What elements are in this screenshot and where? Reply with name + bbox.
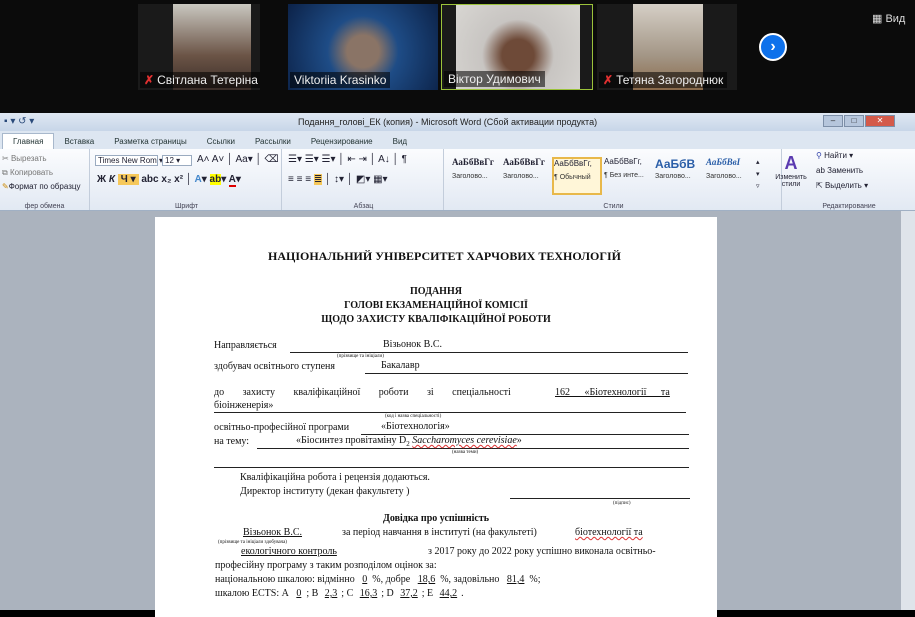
tab-view[interactable]: Вид <box>383 134 417 149</box>
ects-scale-line: шкалою ECTS: А 0; B 2,3; C 16,3; D 37,2;… <box>215 588 464 599</box>
faculty-value: екологічного контроль <box>241 546 337 557</box>
text: професійну програму з таким розподілом о… <box>215 560 437 571</box>
label: здобувач освітнього ступеня <box>214 361 335 372</box>
style-heading-italic[interactable]: АаБбВвІ Заголово... <box>706 157 756 195</box>
scissors-icon: ✂ <box>2 154 11 163</box>
ribbon: ✂ Вырезать ⧉ Копировать ✎Формат по образ… <box>0 149 915 211</box>
specialty-value: біоінженерія» <box>214 400 274 411</box>
styles-icon: A <box>784 153 798 173</box>
font-group: Times New Rom ▾ 12 ▾ A˄ A˅ │ Aa▾ │ ⌫ Ж К… <box>92 149 282 210</box>
change-styles-button[interactable]: A Изменить стили <box>766 153 816 188</box>
heading: ПОДАННЯ <box>410 286 462 297</box>
vertical-scrollbar[interactable] <box>901 211 915 610</box>
degree-value: Бакалавр <box>381 360 420 371</box>
cut-button[interactable]: ✂ Вырезать <box>2 154 47 163</box>
student-name: Візьонок В.С. <box>243 527 303 538</box>
view-button[interactable]: ▦ Вид <box>872 12 905 25</box>
editing-group: ⚲ Найти ▾ ab Заменить ⇱ Выделить ▾ Редак… <box>816 151 876 210</box>
participant-tile-active[interactable]: Віктор Удимович <box>441 4 593 90</box>
find-button[interactable]: ⚲ Найти ▾ <box>816 151 853 160</box>
grid-icon: ▦ <box>872 13 886 25</box>
maximize-button[interactable]: □ <box>844 115 864 127</box>
reference-title: Довідка про успішність <box>382 513 490 524</box>
muted-mic-icon: ✗ <box>144 73 155 87</box>
binoculars-icon: ⚲ <box>816 151 825 160</box>
participant-tile[interactable]: Viktoriia Krasinko <box>288 4 438 90</box>
label: на тему: <box>214 436 250 447</box>
styles-group: АаБбВвГг Заголово... АаБбВвГг Заголово... … <box>446 149 807 210</box>
format-painter-button[interactable]: ✎Формат по образцу <box>2 182 80 191</box>
tab-page-layout[interactable]: Разметка страницы <box>104 134 197 149</box>
label: Направляється <box>214 340 277 351</box>
window-title: Подання_голові_ЕК (копия) - Microsoft Wo… <box>298 117 598 127</box>
style-no-spacing[interactable]: АаБбВвГг, ¶ Без инте... <box>604 157 654 195</box>
faculty-value: біотехнології та <box>575 527 643 538</box>
text: Кваліфікаційна робота і рецензія додають… <box>240 472 430 483</box>
chevron-right-icon: › <box>770 38 776 55</box>
copy-button[interactable]: ⧉ Копировать <box>2 168 53 178</box>
hint: (код і назва спеціальності) <box>385 414 442 419</box>
align-buttons[interactable]: ≡ ≡ ≡ ≣ │ ↕▾ │ ◩▾ ▦▾ <box>288 174 388 185</box>
participant-tile[interactable]: ✗ Тетяна Загороднюк <box>597 4 737 90</box>
brush-icon: ✎ <box>2 182 9 191</box>
tab-references[interactable]: Ссылки <box>197 134 245 149</box>
document-page[interactable]: НАЦІОНАЛЬНИЙ УНІВЕРСИТЕТ ХАРЧОВИХ ТЕХНОЛ… <box>155 217 717 617</box>
close-button[interactable]: ✕ <box>865 115 895 127</box>
style-heading1[interactable]: АаБбВвГг Заголово... <box>452 157 502 195</box>
tab-review[interactable]: Рецензирование <box>301 134 383 149</box>
hint: (прізвище та ініціали) <box>337 354 384 359</box>
university-title: НАЦІОНАЛЬНИЙ УНІВЕРСИТЕТ ХАРЧОВИХ ТЕХНОЛ… <box>268 249 621 263</box>
font-format-buttons[interactable]: Ж К Ч ▾ abc x₂ x² │ A▾ ab▾ A▾ <box>97 174 241 187</box>
heading: ГОЛОВІ ЕКЗАМЕНАЦІЙНОЇ КОМІСІЇ <box>344 300 528 311</box>
tab-insert[interactable]: Вставка <box>54 134 104 149</box>
font-size-select[interactable]: 12 ▾ <box>162 155 192 166</box>
tab-home[interactable]: Главная <box>2 133 55 149</box>
program-value: «Біотехнологія» <box>381 421 450 432</box>
list-buttons[interactable]: ☰▾ ☰▾ ☰▾ │ ⇤ ⇥ │ A↓ │ ¶ <box>288 154 407 165</box>
title-bar: ▪ ▾ ↺ ▾ Подання_голові_ЕК (копия) - Micr… <box>0 113 915 131</box>
text: до захисту кваліфікаційної роботи зі спе… <box>214 387 511 398</box>
minimize-button[interactable]: – <box>823 115 843 127</box>
participant-tile[interactable]: ✗ Світлана Тетеріна <box>138 4 260 90</box>
text: за період навчання в інституті (на факул… <box>342 527 537 538</box>
quick-access-toolbar[interactable]: ▪ ▾ ↺ ▾ <box>4 116 34 127</box>
muted-mic-icon: ✗ <box>603 73 614 87</box>
styles-scroll[interactable]: ▴ ▾ ▿ <box>756 157 760 193</box>
cursor-icon: ⇱ <box>816 181 825 190</box>
national-scale-line: національною шкалою: відмінно 0%, добре … <box>215 574 541 585</box>
style-heading-large[interactable]: АаБбВ Заголово... <box>655 157 705 195</box>
font-name-select[interactable]: Times New Rom ▾ <box>95 155 163 166</box>
hint: (назва теми) <box>452 450 479 455</box>
style-heading2[interactable]: АаБбВвГг Заголово... <box>503 157 553 195</box>
label: освітньо-професійної програми <box>214 422 350 433</box>
text: з 2017 року до 2022 року успішно виконал… <box>428 546 656 557</box>
grow-shrink-font-buttons[interactable]: A˄ A˅ │ Aa▾ │ ⌫ <box>197 154 279 165</box>
underline-button[interactable]: Ч ▾ <box>117 174 139 185</box>
student-name: Візьонок В.С. <box>383 339 443 350</box>
select-button[interactable]: ⇱ Выделить ▾ <box>816 181 868 190</box>
tab-mailings[interactable]: Рассылки <box>245 134 301 149</box>
style-normal[interactable]: АаБбВвГг, ¶ Обычный <box>552 157 602 195</box>
clipboard-group: ✂ Вырезать ⧉ Копировать ✎Формат по образ… <box>0 149 90 210</box>
paragraph-group: ☰▾ ☰▾ ☰▾ │ ⇤ ⇥ │ A↓ │ ¶ ≡ ≡ ≡ ≣ │ ↕▾ │ ◩… <box>284 149 444 210</box>
copy-icon: ⧉ <box>2 168 10 177</box>
topic-value: «Біосинтез провітаміну D2 Saccharomyces … <box>296 435 522 448</box>
next-page-button[interactable]: › <box>759 33 787 61</box>
ribbon-tabs: Главная Вставка Разметка страницы Ссылки… <box>0 131 915 149</box>
meeting-video-strip: ✗ Світлана Тетеріна Viktoriia Krasinko Ві… <box>0 0 915 113</box>
replace-button[interactable]: ab Заменить <box>816 166 863 175</box>
word-window: ▪ ▾ ↺ ▾ Подання_голові_ЕК (копия) - Micr… <box>0 113 915 617</box>
hint: (прізвище та ініціали здобувача) <box>218 540 287 545</box>
heading: ЩОДО ЗАХИСТУ КВАЛІФІКАЦІЙНОЇ РОБОТИ <box>321 314 551 325</box>
specialty-value: 162 «Біотехнології та <box>555 387 670 398</box>
text: Директор інституту (декан факультету ) <box>240 486 410 497</box>
replace-icon: ab <box>816 166 828 175</box>
hint: (підпис) <box>613 501 631 506</box>
